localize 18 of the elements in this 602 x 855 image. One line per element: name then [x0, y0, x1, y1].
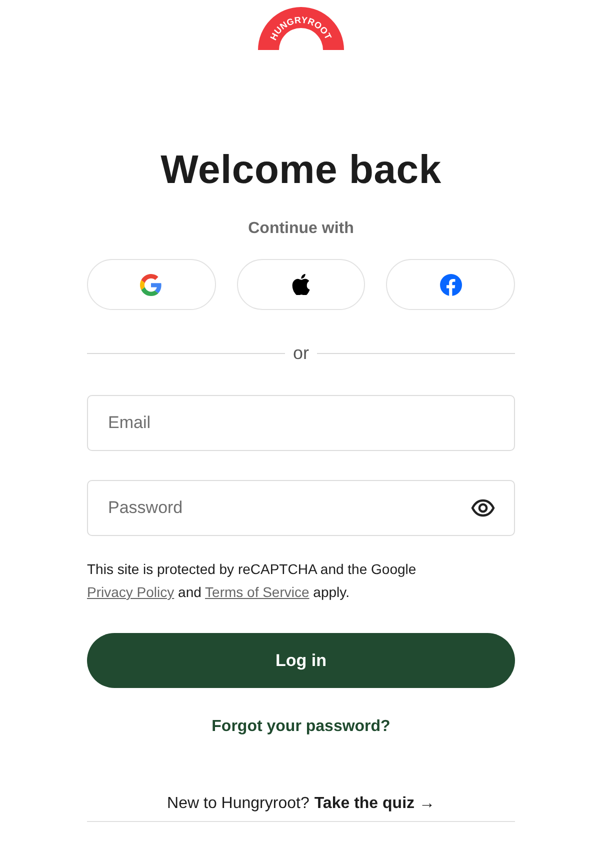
g-logo-icon — [140, 274, 162, 296]
recaptcha-notice: This site is protected by reCAPTCHA and the Google Privacy Policy and Terms of Service apply. — [87, 560, 418, 602]
f-logo-icon — [440, 274, 462, 296]
facebook-sign-in-button[interactable] — [386, 259, 516, 310]
divider-label: or — [293, 343, 310, 364]
signup-prompt: New to Hungryroot? — [167, 795, 310, 813]
continue-label: Continue with — [248, 220, 354, 238]
eye-icon[interactable] — [471, 499, 495, 517]
google-sign-in-button[interactable] — [87, 259, 216, 310]
apple-logo-icon — [292, 274, 310, 295]
forgot-password-link[interactable]: Forgot your password? — [212, 718, 390, 736]
email-field[interactable]: Email — [87, 395, 515, 451]
privacy-policy-link[interactable]: Privacy Policy — [87, 584, 174, 600]
terms-of-service-link[interactable]: Terms of Service — [205, 584, 310, 600]
password-field[interactable]: Password — [87, 480, 515, 536]
page-heading: Welcome back — [160, 147, 442, 194]
log-in-button[interactable]: Log in — [87, 633, 515, 688]
take-quiz-link[interactable]: Take the quiz → — [314, 795, 435, 813]
